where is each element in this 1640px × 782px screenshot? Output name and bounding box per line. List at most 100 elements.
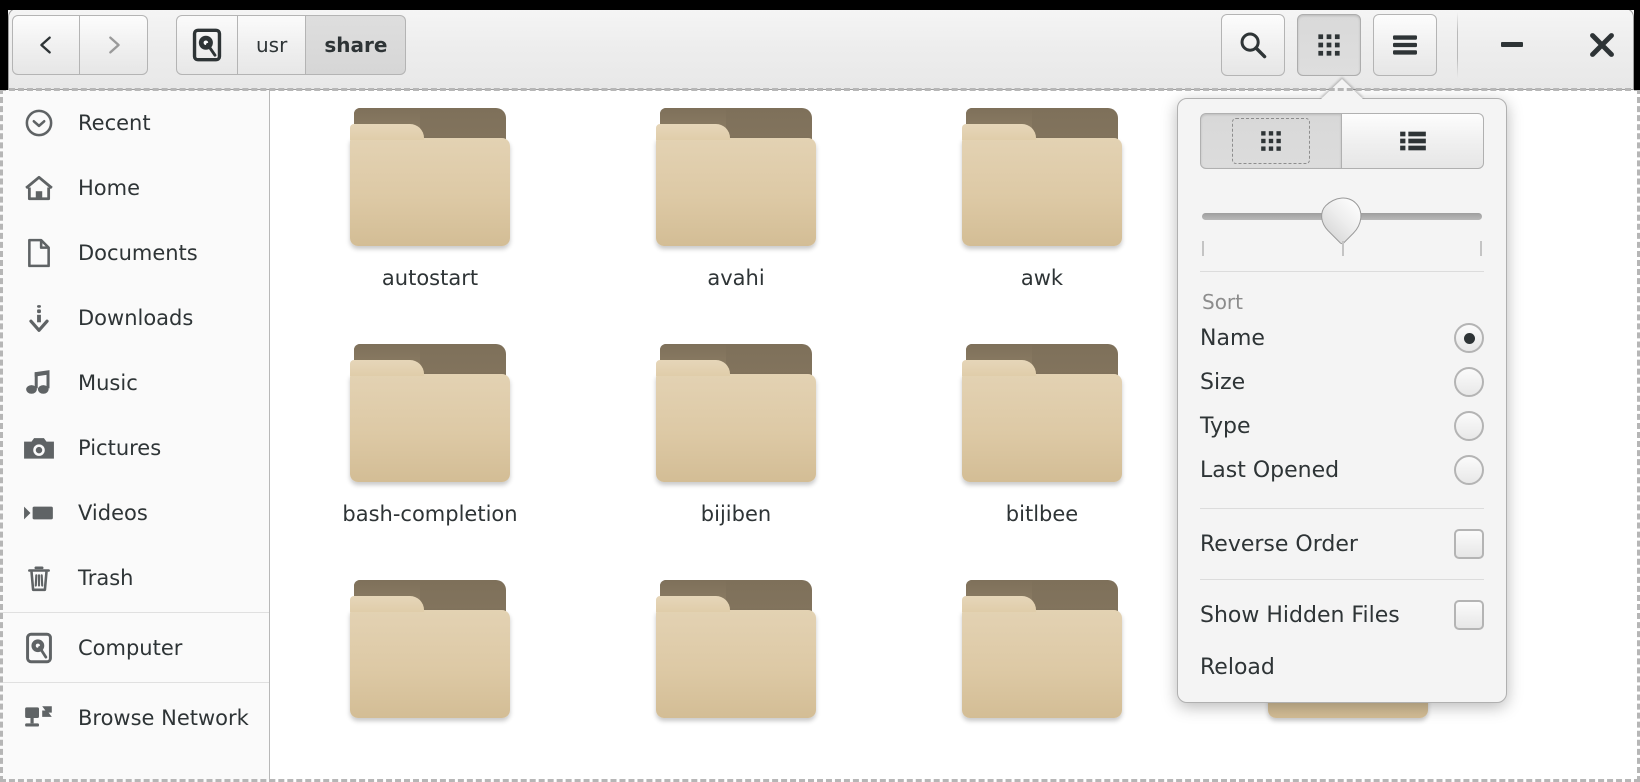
sort-option-label: Size bbox=[1200, 369, 1246, 395]
reverse-order-row[interactable]: Reverse Order bbox=[1200, 517, 1484, 571]
path-root-button[interactable] bbox=[176, 14, 238, 75]
forward-button[interactable] bbox=[80, 14, 148, 75]
sort-option-label: Type bbox=[1200, 413, 1251, 439]
sidebar-item-downloads[interactable]: Downloads bbox=[0, 285, 269, 350]
sidebar-item-label: Music bbox=[78, 370, 138, 395]
close-button[interactable] bbox=[1574, 17, 1630, 73]
grid-dots-icon bbox=[1261, 131, 1281, 151]
sort-option-name[interactable]: Name bbox=[1200, 316, 1484, 360]
sidebar-item-home[interactable]: Home bbox=[0, 155, 269, 220]
header-right-group bbox=[1209, 11, 1640, 78]
sidebar-item-label: Trash bbox=[78, 565, 134, 590]
minimize-icon bbox=[1501, 42, 1523, 47]
file-item[interactable]: awk bbox=[889, 102, 1195, 338]
folder-icon bbox=[962, 338, 1122, 488]
folder-icon bbox=[656, 574, 816, 724]
folder-icon bbox=[656, 338, 816, 488]
file-label: autostart bbox=[381, 266, 479, 290]
close-icon bbox=[1590, 32, 1614, 57]
path-bar: usr share bbox=[176, 14, 407, 75]
minimize-button[interactable] bbox=[1484, 17, 1540, 73]
list-icon bbox=[1399, 131, 1426, 151]
popover-body: Sort Name Size Type Last Opened Reverse … bbox=[1178, 113, 1506, 692]
window-top-frame bbox=[0, 0, 1640, 10]
path-crumb-share[interactable]: share bbox=[306, 14, 407, 75]
radio-button[interactable] bbox=[1454, 367, 1484, 397]
view-options-button[interactable] bbox=[1297, 13, 1361, 76]
path-crumb-usr[interactable]: usr bbox=[238, 14, 307, 75]
file-item[interactable]: bitlbee bbox=[889, 338, 1195, 574]
sidebar-item-computer[interactable]: Computer bbox=[0, 615, 269, 680]
file-manager-window: usr share Recent Home Documents Download… bbox=[0, 0, 1640, 782]
sidebar-item-label: Browse Network bbox=[78, 705, 249, 730]
radio-button[interactable] bbox=[1454, 411, 1484, 441]
sidebar: Recent Home Documents Downloads Music Pi… bbox=[0, 90, 270, 782]
sidebar-item-music[interactable]: Music bbox=[0, 350, 269, 415]
sidebar-item-label: Videos bbox=[78, 500, 148, 525]
slider-tick bbox=[1202, 241, 1204, 256]
sidebar-item-recent[interactable]: Recent bbox=[0, 90, 269, 155]
hamburger-menu-icon bbox=[1393, 34, 1417, 55]
file-label: avahi bbox=[707, 266, 765, 290]
window-right-frame bbox=[1634, 0, 1640, 90]
window-left-frame bbox=[0, 0, 8, 90]
sidebar-item-trash[interactable]: Trash bbox=[0, 545, 269, 610]
home-icon bbox=[22, 171, 56, 205]
grid-dots-icon bbox=[1318, 33, 1340, 56]
header-bar: usr share bbox=[0, 0, 1640, 90]
main-menu-button[interactable] bbox=[1373, 13, 1437, 76]
sidebar-item-label: Pictures bbox=[78, 435, 162, 460]
show-hidden-files-label: Show Hidden Files bbox=[1200, 602, 1400, 628]
show-hidden-files-row[interactable]: Show Hidden Files bbox=[1200, 588, 1484, 642]
sidebar-item-videos[interactable]: Videos bbox=[0, 480, 269, 545]
sort-option-type[interactable]: Type bbox=[1200, 404, 1484, 448]
popover-separator bbox=[1200, 508, 1484, 509]
file-item[interactable]: bijiben bbox=[583, 338, 889, 574]
view-mode-toggle-group bbox=[1200, 113, 1484, 169]
sidebar-separator bbox=[0, 612, 269, 613]
sidebar-item-label: Documents bbox=[78, 240, 198, 265]
music-note-icon bbox=[22, 366, 56, 400]
radio-button[interactable] bbox=[1454, 455, 1484, 485]
file-item[interactable]: avahi bbox=[583, 102, 889, 338]
zoom-slider[interactable] bbox=[1200, 188, 1484, 263]
popover-separator bbox=[1200, 579, 1484, 580]
file-item[interactable] bbox=[583, 574, 889, 782]
reload-label: Reload bbox=[1200, 654, 1275, 680]
sidebar-item-pictures[interactable]: Pictures bbox=[0, 415, 269, 480]
camera-icon bbox=[22, 431, 56, 465]
document-icon bbox=[22, 236, 56, 270]
sort-option-last-opened[interactable]: Last Opened bbox=[1200, 448, 1484, 492]
popover-arrow bbox=[1320, 79, 1364, 100]
file-item[interactable] bbox=[889, 574, 1195, 782]
header-separator bbox=[1457, 11, 1458, 78]
slider-ticks bbox=[1200, 241, 1484, 257]
trash-icon bbox=[22, 561, 56, 595]
reverse-order-checkbox[interactable] bbox=[1454, 529, 1484, 559]
sidebar-item-label: Computer bbox=[78, 635, 183, 660]
file-item[interactable]: bash-completion bbox=[277, 338, 583, 574]
reload-row[interactable]: Reload bbox=[1200, 642, 1484, 692]
back-button[interactable] bbox=[12, 14, 80, 75]
file-item[interactable] bbox=[277, 574, 583, 782]
sort-option-size[interactable]: Size bbox=[1200, 360, 1484, 404]
file-label: bash-completion bbox=[342, 502, 518, 526]
folder-icon bbox=[350, 102, 510, 252]
sidebar-item-label: Home bbox=[78, 175, 141, 200]
header-left-group: usr share bbox=[0, 14, 407, 75]
grid-view-toggle[interactable] bbox=[1200, 113, 1342, 169]
search-button[interactable] bbox=[1221, 13, 1285, 76]
show-hidden-files-checkbox[interactable] bbox=[1454, 600, 1484, 630]
radio-button[interactable] bbox=[1454, 323, 1484, 353]
folder-icon bbox=[350, 574, 510, 724]
file-label: awk bbox=[1020, 266, 1064, 290]
file-item[interactable]: autostart bbox=[277, 102, 583, 338]
reverse-order-label: Reverse Order bbox=[1200, 531, 1358, 557]
list-view-toggle[interactable] bbox=[1342, 113, 1484, 169]
slider-handle[interactable] bbox=[1313, 188, 1371, 246]
sidebar-item-documents[interactable]: Documents bbox=[0, 220, 269, 285]
sort-option-label: Name bbox=[1200, 325, 1265, 351]
slider-tick bbox=[1342, 241, 1344, 256]
sidebar-item-browse-network[interactable]: Browse Network bbox=[0, 685, 269, 750]
folder-icon bbox=[962, 574, 1122, 724]
